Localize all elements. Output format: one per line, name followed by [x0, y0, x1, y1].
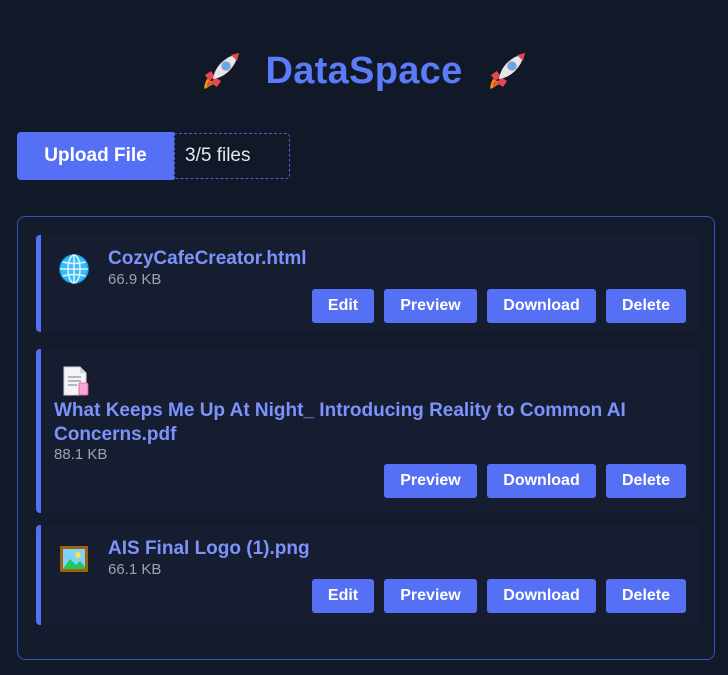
download-button[interactable]: Download — [487, 289, 596, 323]
globe-icon — [59, 254, 89, 284]
file-card: What Keeps Me Up At Night_ Introducing R… — [36, 349, 699, 513]
document-icon — [63, 366, 89, 396]
file-size: 66.1 KB — [108, 561, 162, 578]
download-button[interactable]: Download — [487, 579, 596, 613]
edit-button[interactable]: Edit — [312, 579, 374, 613]
file-size: 88.1 KB — [54, 446, 108, 463]
file-list: CozyCafeCreator.html 66.9 KB Edit Previe… — [17, 216, 715, 660]
delete-button[interactable]: Delete — [606, 579, 686, 613]
edit-button[interactable]: Edit — [312, 289, 374, 323]
file-actions: Edit Preview Download Delete — [312, 579, 686, 613]
image-icon — [60, 546, 88, 572]
preview-button[interactable]: Preview — [384, 464, 477, 498]
preview-button[interactable]: Preview — [384, 289, 477, 323]
file-name[interactable]: What Keeps Me Up At Night_ Introducing R… — [54, 399, 674, 447]
rocket-icon — [489, 53, 525, 89]
app-root: DataSpace Upload File 3/5 files CozyCafe… — [0, 0, 728, 675]
file-actions: Preview Download Delete — [384, 464, 686, 498]
download-button[interactable]: Download — [487, 464, 596, 498]
app-title: DataSpace — [265, 49, 463, 92]
upload-bar: Upload File 3/5 files — [17, 132, 290, 180]
file-size: 66.9 KB — [108, 271, 162, 288]
file-card: CozyCafeCreator.html 66.9 KB Edit Previe… — [36, 235, 699, 332]
rocket-icon — [204, 53, 240, 89]
file-name[interactable]: AIS Final Logo (1).png — [108, 537, 310, 561]
file-name[interactable]: CozyCafeCreator.html — [108, 247, 307, 271]
delete-button[interactable]: Delete — [606, 464, 686, 498]
file-card: AIS Final Logo (1).png 66.1 KB Edit Prev… — [36, 525, 699, 625]
upload-file-button[interactable]: Upload File — [17, 132, 174, 180]
app-header: DataSpace — [0, 46, 728, 96]
delete-button[interactable]: Delete — [606, 289, 686, 323]
file-actions: Edit Preview Download Delete — [312, 289, 686, 323]
preview-button[interactable]: Preview — [384, 579, 477, 613]
file-count-badge: 3/5 files — [174, 133, 290, 179]
